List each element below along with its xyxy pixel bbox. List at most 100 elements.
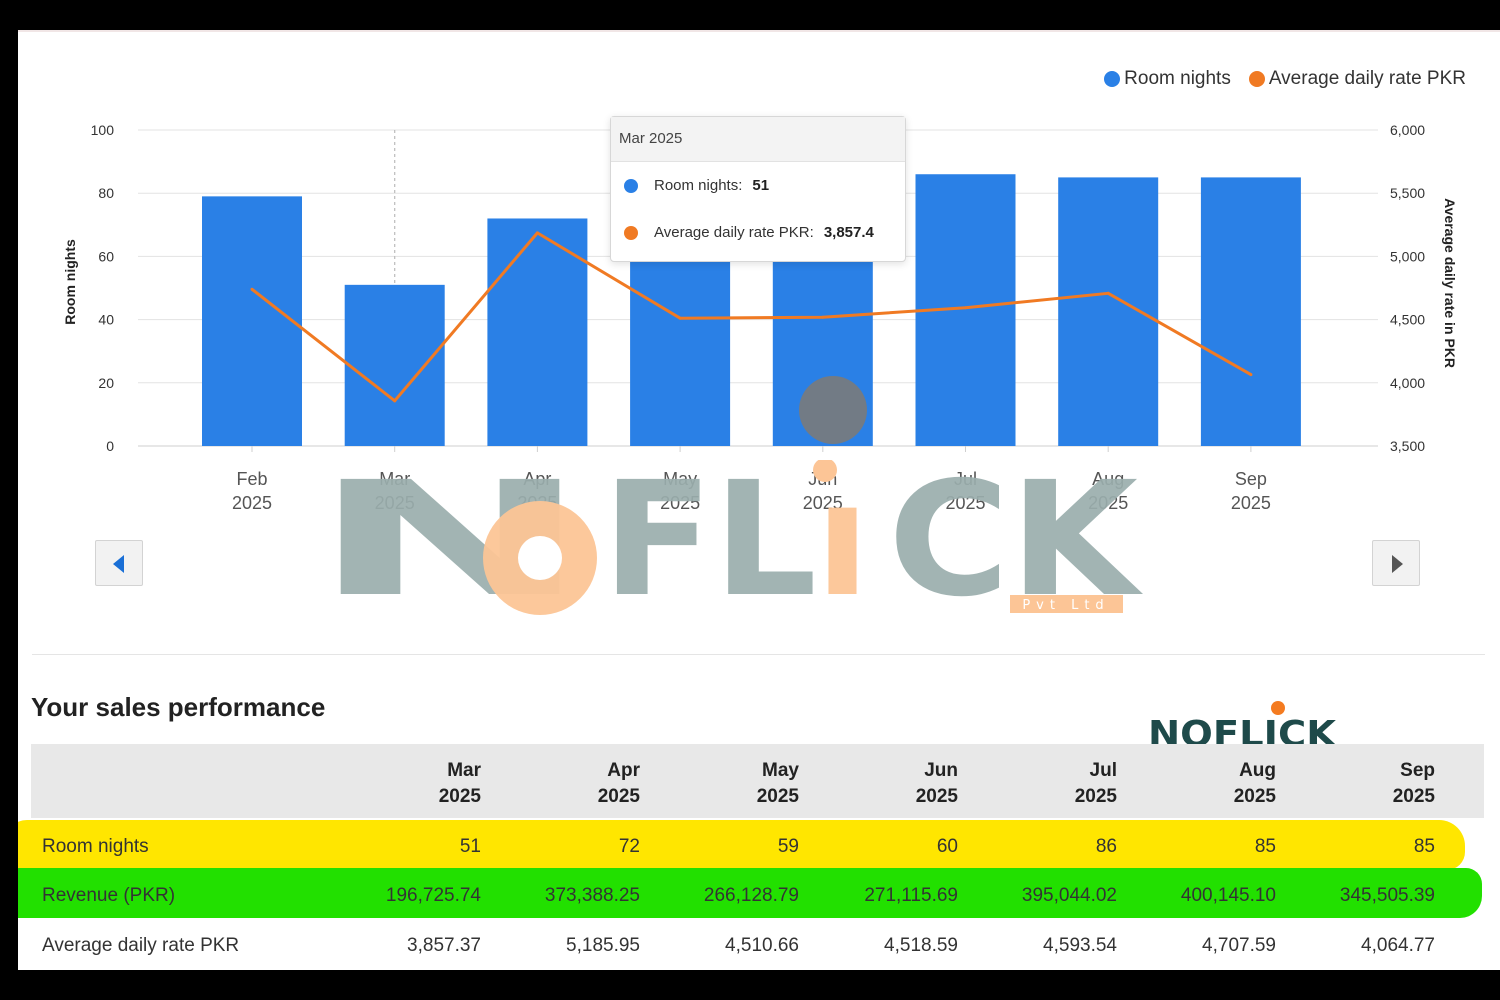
table-cell: 400,145.10 bbox=[1180, 885, 1276, 906]
bottom-bar bbox=[0, 970, 1500, 1000]
table-cell: 4,064.77 bbox=[1361, 935, 1435, 956]
watermark-letters-fl: FL bbox=[602, 460, 817, 632]
y2-tick-label: 4,500 bbox=[1390, 312, 1425, 328]
row-label-adr: Average daily rate PKR bbox=[42, 935, 240, 956]
column-header-year: 2025 bbox=[1233, 786, 1276, 807]
y2-tick-label: 3,500 bbox=[1390, 438, 1425, 454]
y-tick-label: 80 bbox=[98, 185, 114, 201]
x-tick-label-month: Feb bbox=[236, 469, 267, 489]
column-header-mar: Mar 2025 bbox=[371, 758, 481, 810]
y2-tick-label: 5,000 bbox=[1390, 248, 1425, 264]
section-title: Your sales performance bbox=[31, 692, 326, 722]
row-label-room-nights: Room nights bbox=[42, 836, 149, 857]
adr-point bbox=[1106, 291, 1110, 295]
column-header-year: 2025 bbox=[597, 786, 640, 807]
column-header-month: Mar bbox=[447, 760, 481, 781]
cursor-marker bbox=[799, 376, 867, 444]
bar bbox=[1200, 177, 1301, 446]
table-cell: 271,115.69 bbox=[864, 885, 958, 906]
small-logo-dot bbox=[1271, 701, 1285, 715]
adr-point bbox=[393, 399, 397, 403]
tooltip-dot-adr bbox=[624, 225, 638, 240]
tooltip-value-room-nights: 51 bbox=[752, 177, 770, 194]
column-header-month: May bbox=[762, 760, 799, 781]
column-header-jun: Jun 2025 bbox=[848, 758, 958, 810]
table-cell: 4,593.54 bbox=[1043, 935, 1117, 956]
x-tick-label-year: 2025 bbox=[1231, 493, 1271, 513]
y-tick-label: 100 bbox=[91, 122, 115, 138]
column-header-may: May 2025 bbox=[689, 758, 799, 810]
table-cell: 5,185.95 bbox=[566, 935, 640, 956]
table-cell: 51 bbox=[459, 836, 481, 857]
analytics-page: Room nights Average daily rate PKR 0 3,50… bbox=[18, 30, 1500, 970]
y-tick-label: 60 bbox=[98, 248, 114, 264]
chevron-right-icon bbox=[1392, 555, 1403, 573]
y-tick-label: 0 bbox=[106, 438, 114, 454]
table-cell: 86 bbox=[1095, 836, 1117, 857]
chart-prev-button[interactable] bbox=[95, 540, 143, 586]
y-tick-label: 40 bbox=[98, 312, 114, 328]
column-header-month: Jun bbox=[924, 760, 958, 781]
table-cell: 85 bbox=[1413, 836, 1435, 857]
chart-tooltip: Mar 2025 Room nights: 51 Average daily r… bbox=[610, 116, 906, 262]
y2-axis-title: Average daily rate in PKR bbox=[1442, 198, 1458, 368]
table-cell: 4,707.59 bbox=[1202, 935, 1276, 956]
y2-tick-label: 6,000 bbox=[1390, 122, 1425, 138]
table-cell: 3,857.37 bbox=[407, 935, 481, 956]
watermark-o-hole bbox=[518, 536, 562, 580]
chart-next-button[interactable] bbox=[1372, 540, 1420, 586]
table-row-adr: Average daily rate PKR 3,857.37 5,185.95 4… bbox=[31, 921, 1484, 970]
table-cell: 345,505.39 bbox=[1339, 885, 1435, 906]
table-cell: 395,044.02 bbox=[1021, 885, 1117, 906]
bar bbox=[630, 259, 731, 446]
x-tick-label-year: 2025 bbox=[232, 493, 272, 513]
tooltip-dot-room-nights bbox=[624, 178, 638, 193]
y-axis-title: Room nights bbox=[62, 239, 78, 325]
row-label-revenue: Revenue (PKR) bbox=[42, 885, 176, 906]
column-header-month: Sep bbox=[1400, 760, 1435, 781]
column-header-year: 2025 bbox=[1074, 786, 1117, 807]
adr-point bbox=[821, 315, 825, 319]
table-cell: 59 bbox=[777, 836, 799, 857]
watermark-tagline: Pvt Ltd bbox=[1022, 598, 1109, 613]
tooltip-title: Mar 2025 bbox=[611, 117, 905, 162]
table-row-revenue: Revenue (PKR) 196,725.74 373,388.25 266,12… bbox=[31, 871, 1484, 921]
table-cell: 72 bbox=[618, 836, 640, 857]
column-header-month: Apr bbox=[607, 760, 640, 781]
table-cell: 85 bbox=[1254, 836, 1276, 857]
column-header-month: Jul bbox=[1089, 760, 1117, 781]
adr-point bbox=[1249, 373, 1253, 377]
column-header-aug: Aug 2025 bbox=[1166, 758, 1276, 810]
table-cell: 4,518.59 bbox=[884, 935, 958, 956]
column-header-year: 2025 bbox=[438, 786, 481, 807]
performance-table-header: Mar 2025 Apr 2025 May 2025 Jun 2025 Jul 2025 Aug 20… bbox=[31, 744, 1484, 818]
watermark-letter-i: ı bbox=[815, 460, 870, 632]
y2-tick-label: 5,500 bbox=[1390, 185, 1425, 201]
y-tick-label: 20 bbox=[98, 375, 114, 391]
column-header-year: 2025 bbox=[1392, 786, 1435, 807]
column-header-sep: Sep 2025 bbox=[1325, 758, 1435, 810]
watermark-logo: N FL ı CK Pvt Ltd bbox=[310, 460, 1144, 632]
adr-point bbox=[964, 306, 967, 310]
table-row-room-nights: Room nights 51 72 59 60 86 85 85 bbox=[31, 822, 1484, 872]
adr-point bbox=[535, 231, 539, 235]
table-cell: 60 bbox=[936, 836, 958, 857]
y2-tick-label: 4,000 bbox=[1390, 375, 1425, 391]
column-header-apr: Apr 2025 bbox=[530, 758, 640, 810]
table-cell: 196,725.74 bbox=[385, 885, 481, 906]
column-header-jul: Jul 2025 bbox=[1007, 758, 1117, 810]
adr-point bbox=[678, 316, 682, 320]
tooltip-row-room-nights: Room nights: 51 bbox=[611, 162, 905, 209]
adr-point bbox=[250, 287, 254, 291]
x-tick-label-month: Sep bbox=[1235, 469, 1267, 489]
table-cell: 266,128.79 bbox=[703, 885, 799, 906]
tooltip-value-adr: 3,857.4 bbox=[823, 224, 874, 241]
bar bbox=[344, 284, 445, 446]
bar bbox=[202, 196, 302, 446]
table-cell: 373,388.25 bbox=[544, 885, 640, 906]
column-header-year: 2025 bbox=[756, 786, 799, 807]
tooltip-label-room-nights: Room nights: bbox=[654, 177, 743, 194]
section-divider bbox=[32, 654, 1485, 655]
table-cell: 4,510.66 bbox=[725, 935, 799, 956]
column-header-month: Aug bbox=[1239, 760, 1276, 781]
